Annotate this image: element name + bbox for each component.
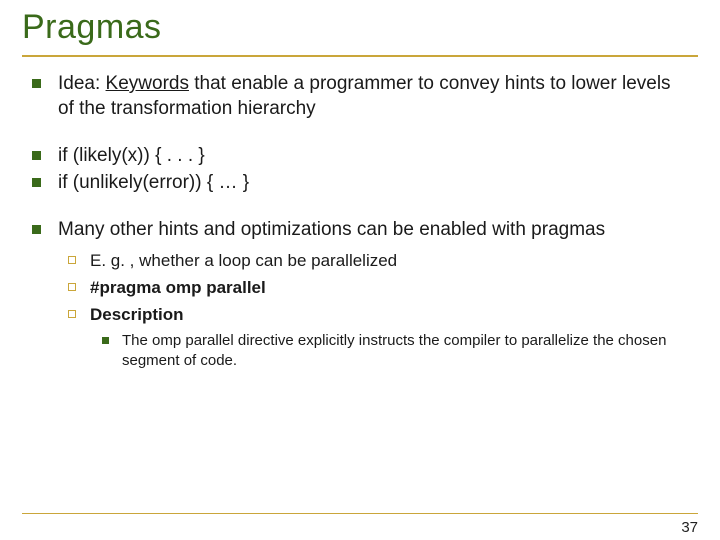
text: #pragma omp parallel xyxy=(90,278,266,297)
slide: Pragmas Idea: Keywords that enable a pro… xyxy=(0,0,720,540)
text: Idea: xyxy=(58,73,106,94)
footer-rule xyxy=(22,513,698,514)
bullet-likely: if (likely(x)) { . . . } xyxy=(32,143,690,168)
text: The omp parallel directive explicitly in… xyxy=(122,332,666,369)
bullet-many-other: Many other hints and optimizations can b… xyxy=(32,217,690,371)
bullet-idea: Idea: Keywords that enable a programmer … xyxy=(32,71,690,121)
bullet-unlikely: if (unlikely(error)) { … } xyxy=(32,170,690,195)
bullet-list: Idea: Keywords that enable a programmer … xyxy=(22,71,698,372)
text: if (likely(x)) { . . . } xyxy=(58,145,205,166)
sub-description: Description The omp parallel directive e… xyxy=(68,304,690,371)
text: E. g. , whether a loop can be paralleliz… xyxy=(90,251,397,270)
keywords-underline: Keywords xyxy=(106,73,189,94)
sub-list: E. g. , whether a loop can be paralleliz… xyxy=(68,250,690,371)
text: Description xyxy=(90,305,184,324)
sub-pragma-omp: #pragma omp parallel xyxy=(68,277,690,300)
text: Many other hints and optimizations can b… xyxy=(58,219,605,240)
slide-title: Pragmas xyxy=(22,8,698,53)
page-number: 37 xyxy=(681,519,698,536)
sub-sub-list: The omp parallel directive explicitly in… xyxy=(102,331,690,372)
sub-parallelized: E. g. , whether a loop can be paralleliz… xyxy=(68,250,690,273)
text: if (unlikely(error)) { … } xyxy=(58,172,249,193)
title-rule xyxy=(22,55,698,57)
sub-sub-omp-desc: The omp parallel directive explicitly in… xyxy=(102,331,690,372)
